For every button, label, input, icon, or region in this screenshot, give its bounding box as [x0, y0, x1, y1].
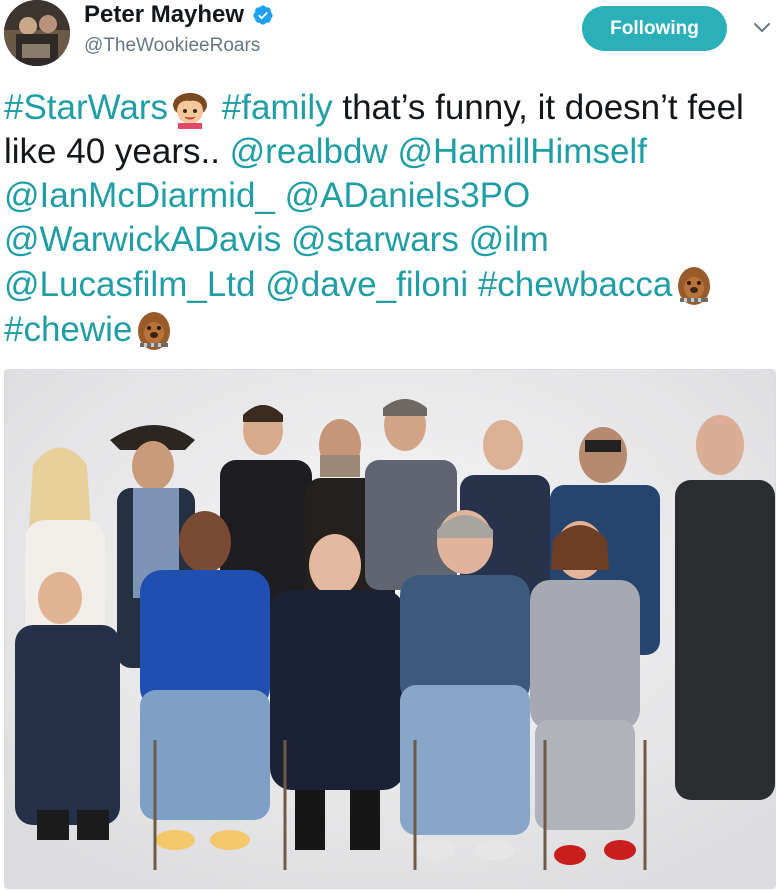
mention-dave-filoni[interactable]: @dave_filoni: [265, 265, 468, 304]
tweet-text-space: [275, 176, 285, 215]
hashtag-family[interactable]: #family: [222, 88, 333, 127]
tweet-text-space: [281, 220, 291, 259]
mention-realbdw[interactable]: @realbdw: [230, 132, 388, 171]
mention-ianmcdiarmid[interactable]: @IanMcDiarmid_: [4, 176, 275, 215]
mention-ilm[interactable]: @ilm: [469, 220, 549, 259]
author-avatar[interactable]: [4, 0, 70, 66]
verified-badge-icon: [253, 5, 273, 25]
group-photo-icon: [5, 370, 775, 888]
mention-adaniels3po[interactable]: @ADaniels3PO: [285, 176, 531, 215]
following-button[interactable]: Following: [582, 6, 727, 51]
author-handle[interactable]: @TheWookieeRoars: [84, 35, 260, 57]
hashtag-chewbacca[interactable]: #chewbacca: [478, 265, 673, 304]
mention-starwars[interactable]: @starwars: [291, 220, 459, 259]
tweet-media-photo[interactable]: [4, 369, 776, 889]
tweet-text-space: [212, 88, 222, 127]
chevron-down-icon[interactable]: [752, 18, 772, 38]
author-name-row: Peter Mayhew: [84, 0, 274, 30]
hashtag-starwars[interactable]: #StarWars: [4, 88, 168, 127]
hashtag-chewie[interactable]: #chewie: [4, 310, 132, 349]
tweet-text-space: [388, 132, 398, 171]
mention-warwickadavis[interactable]: @WarwickADavis: [4, 220, 281, 259]
chewbacca-emoji-icon: [678, 267, 711, 305]
tweet-text-space: [459, 220, 469, 259]
tweet-text: #StarWars #family that’s funny, it doesn…: [4, 85, 774, 352]
tweet-text-space: [255, 265, 265, 304]
boy-emoji-icon: [173, 93, 208, 129]
chewbacca-emoji-icon: [138, 312, 171, 350]
profile-photo-icon: [4, 0, 70, 66]
tweet-text-space: [468, 265, 478, 304]
mention-hamillhimself[interactable]: @HamillHimself: [398, 132, 647, 171]
author-display-name[interactable]: Peter Mayhew: [84, 1, 244, 29]
mention-lucasfilm[interactable]: @Lucasfilm_Ltd: [4, 265, 255, 304]
